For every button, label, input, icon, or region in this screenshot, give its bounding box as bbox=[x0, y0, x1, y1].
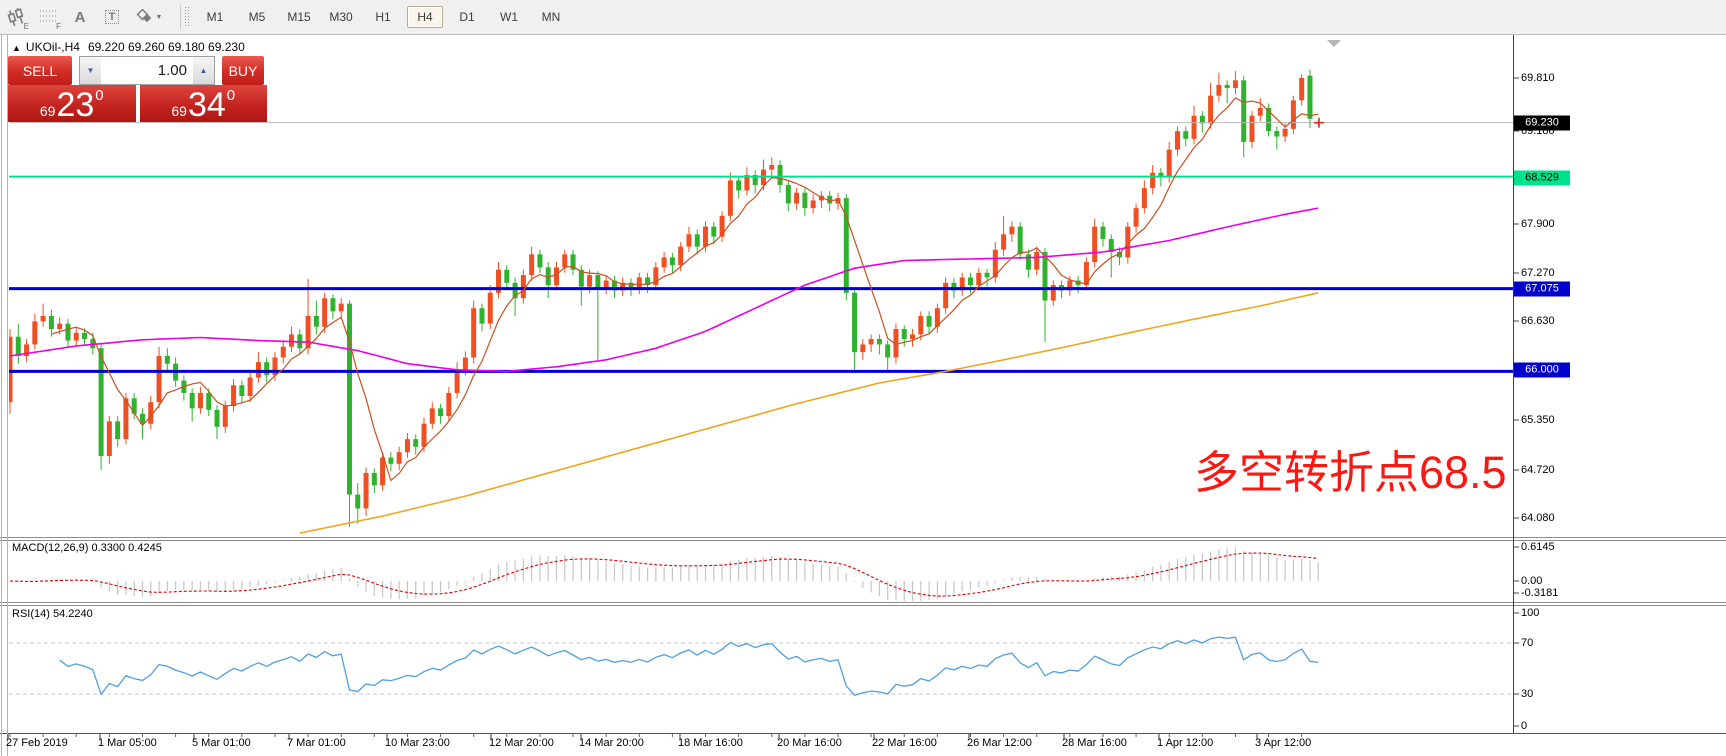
symbol-marker-icon: ▲ bbox=[12, 43, 21, 53]
tab-timeframe-d1[interactable]: D1 bbox=[449, 6, 485, 28]
sell-button[interactable]: SELL bbox=[8, 56, 72, 85]
arrows-glyph bbox=[136, 9, 154, 25]
symbol-period-label: UKOil-,H4 bbox=[26, 40, 80, 54]
rsi-label: RSI(14) 54.2240 bbox=[12, 608, 93, 620]
ohlc-values: 69.220 69.260 69.180 69.230 bbox=[88, 40, 245, 54]
x-axis-label: 3 Apr 12:00 bbox=[1255, 737, 1311, 749]
x-axis-label: 7 Mar 01:00 bbox=[287, 737, 346, 749]
arrows-icon[interactable]: ▼ bbox=[132, 5, 166, 29]
macd-label: MACD(12,26,9) 0.3300 0.4245 bbox=[12, 542, 162, 554]
y-axis-label: 67.270 bbox=[1521, 267, 1555, 279]
price-level-badge: 69.230 bbox=[1514, 116, 1570, 131]
volume-decrease-button[interactable]: ▼ bbox=[79, 56, 101, 85]
volume-input[interactable] bbox=[101, 56, 193, 85]
y-axis-label: 67.900 bbox=[1521, 218, 1555, 230]
x-axis-label: 20 Mar 16:00 bbox=[777, 737, 842, 749]
mt4-window: E F A T ▼ M1 M5 M15 M30 H1 H4 D1 W1 MN bbox=[0, 0, 1726, 756]
toolbar: E F A T ▼ M1 M5 M15 M30 H1 H4 D1 W1 MN bbox=[0, 0, 1726, 35]
indicator-axis-label: 30 bbox=[1521, 688, 1533, 700]
buy-button[interactable]: BUY bbox=[222, 56, 264, 85]
sell-price-button[interactable]: 69 23 0 bbox=[8, 85, 136, 122]
sell-price-pips: 23 bbox=[56, 89, 94, 121]
x-axis-label: 10 Mar 23:00 bbox=[385, 737, 450, 749]
indicator-axis-label: 0 bbox=[1521, 720, 1527, 732]
y-axis-label: 64.080 bbox=[1521, 512, 1555, 524]
trade-prices-row: 69 23 0 69 34 0 bbox=[8, 85, 267, 122]
icon-sub-label: E bbox=[24, 22, 29, 31]
tab-timeframe-mn[interactable]: MN bbox=[533, 6, 569, 28]
x-axis-label: 22 Mar 16:00 bbox=[872, 737, 937, 749]
rsi-series bbox=[9, 637, 1513, 695]
y-axis-label: 64.720 bbox=[1521, 464, 1555, 476]
icon-sub-label: F bbox=[56, 22, 61, 31]
sell-price-base: 69 bbox=[40, 102, 56, 121]
buy-price-button[interactable]: 69 34 0 bbox=[140, 85, 268, 122]
y-axis-label: 65.350 bbox=[1521, 414, 1555, 426]
indicator-axis-label: 0.6145 bbox=[1521, 541, 1555, 553]
tab-timeframe-m5[interactable]: M5 bbox=[239, 6, 275, 28]
chart-annotation-text: 多空转折点68.5 bbox=[1194, 436, 1507, 501]
tab-timeframe-m30[interactable]: M30 bbox=[323, 6, 359, 28]
tab-timeframe-h4[interactable]: H4 bbox=[407, 6, 443, 28]
grid-glyph bbox=[39, 9, 57, 25]
toolbar-drag-handle[interactable] bbox=[184, 6, 190, 28]
indicator-axis-label: 70 bbox=[1521, 637, 1533, 649]
tab-timeframe-m1[interactable]: M1 bbox=[197, 6, 233, 28]
toolbar-separator bbox=[180, 5, 181, 29]
one-click-trading-panel: SELL ▼ ▲ BUY 69 23 0 69 34 0 bbox=[8, 56, 267, 122]
tab-timeframe-w1[interactable]: W1 bbox=[491, 6, 527, 28]
x-axis-label: 18 Mar 16:00 bbox=[678, 737, 743, 749]
text-label-icon[interactable]: T bbox=[100, 5, 124, 29]
y-axis-label: 69.810 bbox=[1521, 72, 1555, 84]
chevron-down-icon[interactable]: ▼ bbox=[156, 14, 163, 21]
price-level-badge: 68.529 bbox=[1514, 171, 1570, 186]
grid-icon[interactable]: F bbox=[36, 5, 60, 29]
price-level-badge: 67.075 bbox=[1514, 282, 1570, 297]
price-level-badge: 66.000 bbox=[1514, 363, 1570, 378]
tab-timeframe-h1[interactable]: H1 bbox=[365, 6, 401, 28]
trade-controls-row: SELL ▼ ▲ BUY bbox=[8, 56, 267, 85]
indicator-axis-label: -0.3181 bbox=[1521, 587, 1558, 599]
sell-price-point: 0 bbox=[95, 88, 103, 103]
chart-title: ▲ UKOil-,H4 69.220 69.260 69.180 69.230 bbox=[12, 40, 245, 54]
volume-control: ▼ ▲ bbox=[79, 56, 215, 85]
price-axis[interactable] bbox=[1514, 35, 1726, 733]
text-label-icon-glyph: T bbox=[105, 10, 120, 24]
timeframe-group: M1 M5 M15 M30 H1 H4 D1 W1 MN bbox=[194, 6, 572, 28]
volume-increase-button[interactable]: ▲ bbox=[193, 56, 215, 85]
tab-timeframe-m15[interactable]: M15 bbox=[281, 6, 317, 28]
x-axis-label: 26 Mar 12:00 bbox=[967, 737, 1032, 749]
x-axis-label: 5 Mar 01:00 bbox=[192, 737, 251, 749]
indicators-candles-icon[interactable]: E bbox=[4, 5, 28, 29]
x-axis-label: 27 Feb 2019 bbox=[6, 737, 68, 749]
text-icon[interactable]: A bbox=[68, 5, 92, 29]
date-axis[interactable] bbox=[0, 733, 1726, 756]
x-axis-label: 12 Mar 20:00 bbox=[489, 737, 554, 749]
y-axis-label: 66.630 bbox=[1521, 315, 1555, 327]
indicator-axis-label: 100 bbox=[1521, 607, 1539, 619]
x-axis-label: 1 Mar 05:00 bbox=[98, 737, 157, 749]
macd-series bbox=[10, 548, 1318, 602]
buy-price-pips: 34 bbox=[188, 89, 226, 121]
buy-price-point: 0 bbox=[227, 88, 235, 103]
x-axis-label: 1 Apr 12:00 bbox=[1157, 737, 1213, 749]
x-axis-label: 14 Mar 20:00 bbox=[579, 737, 644, 749]
indicator-axis-label: 0.00 bbox=[1521, 575, 1542, 587]
x-axis-label: 28 Mar 16:00 bbox=[1062, 737, 1127, 749]
text-icon-glyph: A bbox=[75, 9, 86, 26]
buy-price-base: 69 bbox=[171, 102, 187, 121]
